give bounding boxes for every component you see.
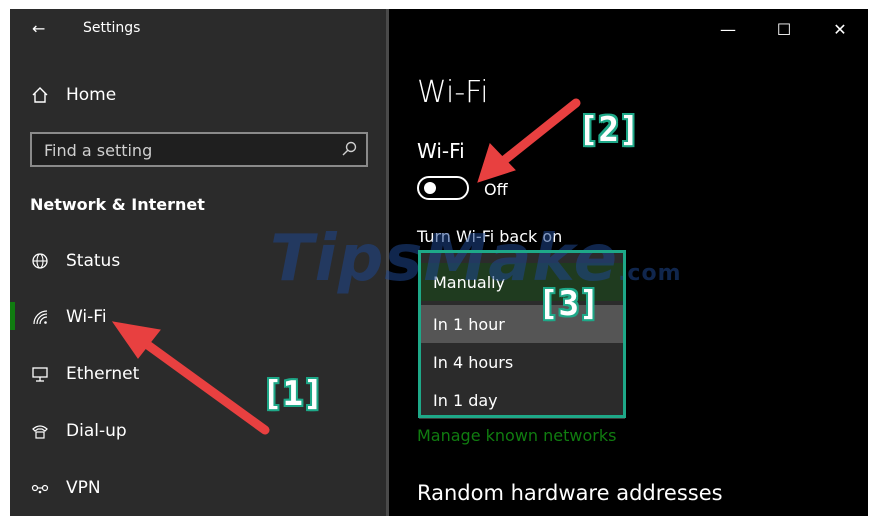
search-input[interactable] bbox=[32, 134, 346, 167]
home-icon bbox=[30, 85, 50, 105]
sidebar-item-label: VPN bbox=[66, 478, 101, 498]
sidebar-item-wifi[interactable]: Wi-Fi bbox=[10, 297, 386, 337]
sidebar-item-label: Dial-up bbox=[66, 421, 127, 441]
ethernet-icon bbox=[30, 364, 50, 384]
annotation-label-1: [1] bbox=[262, 374, 324, 414]
wifi-toggle[interactable] bbox=[417, 176, 469, 200]
search-icon[interactable] bbox=[340, 140, 358, 158]
wifi-toggle-label: Wi-Fi bbox=[417, 139, 465, 163]
watermark-suffix: .com bbox=[618, 261, 682, 286]
highlight-box bbox=[418, 250, 626, 418]
wifi-icon bbox=[30, 307, 50, 327]
sidebar-item-dialup[interactable]: Dial-up bbox=[10, 411, 386, 451]
globe-icon bbox=[30, 251, 50, 271]
section-heading: Network & Internet bbox=[30, 195, 205, 214]
dialup-icon bbox=[30, 421, 50, 441]
random-hw-heading: Random hardware addresses bbox=[417, 481, 723, 505]
vpn-icon bbox=[30, 478, 50, 498]
search-box[interactable] bbox=[30, 132, 368, 167]
sidebar-item-home[interactable]: Home bbox=[10, 75, 386, 115]
manage-networks-link[interactable]: Manage known networks bbox=[417, 426, 616, 445]
sidebar-item-label: Home bbox=[66, 85, 117, 105]
minimize-icon[interactable]: — bbox=[700, 9, 756, 49]
app-title: Settings bbox=[83, 20, 141, 36]
wifi-toggle-state: Off bbox=[484, 180, 508, 199]
sidebar-item-label: Status bbox=[66, 251, 121, 271]
sidebar-item-vpn[interactable]: VPN bbox=[10, 468, 386, 508]
page-title: Wi-Fi bbox=[417, 75, 489, 110]
sidebar-item-label: Ethernet bbox=[66, 364, 140, 384]
sidebar-item-label: Wi-Fi bbox=[66, 307, 107, 327]
window-controls: — ☐ ✕ bbox=[700, 9, 868, 49]
close-icon[interactable]: ✕ bbox=[812, 9, 868, 49]
maximize-icon[interactable]: ☐ bbox=[756, 9, 812, 49]
sidebar-item-ethernet[interactable]: Ethernet bbox=[10, 354, 386, 394]
annotation-label-3: [3] bbox=[538, 284, 600, 324]
back-arrow-icon[interactable]: ← bbox=[32, 19, 45, 38]
toggle-knob bbox=[424, 182, 436, 194]
annotation-label-2: [2] bbox=[578, 110, 640, 150]
